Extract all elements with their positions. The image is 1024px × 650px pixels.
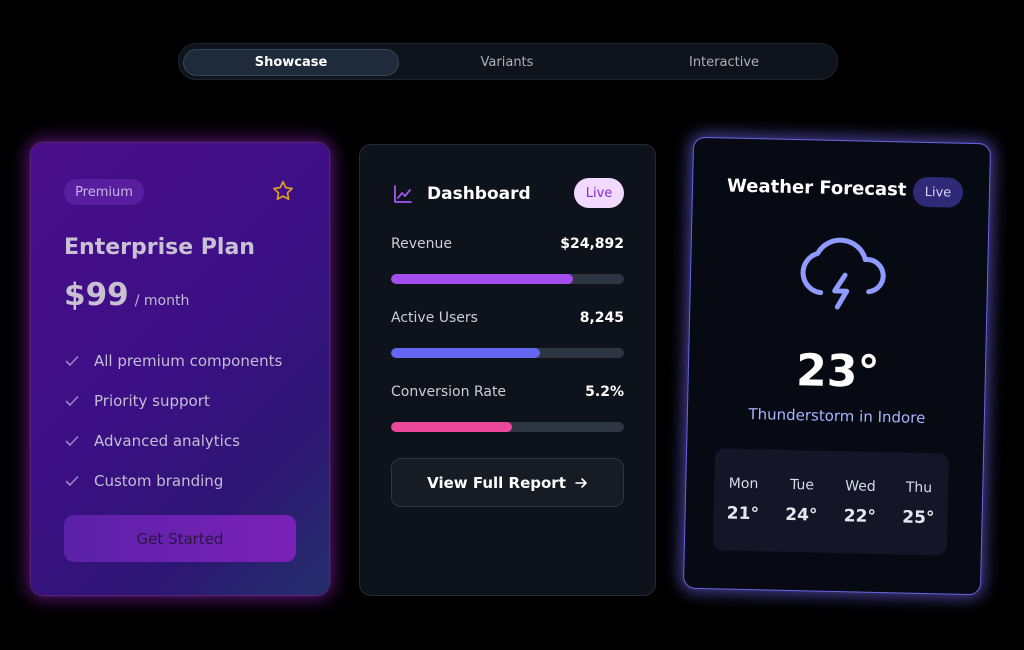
dashboard-card: Dashboard Live Revenue $24,892 Active Us… [359,144,656,596]
metric-label: Conversion Rate [391,384,507,400]
weather-description: Thunderstorm in Indore [748,405,926,428]
view-full-report-button[interactable]: View Full Report [391,458,624,507]
day-name: Tue [789,476,815,494]
feature-label: Custom branding [94,472,224,490]
weather-title: Weather Forecast [726,175,907,201]
day-temperature: 21° [726,503,760,525]
thunderstorm-cloud-icon [800,237,886,310]
feature-item: Advanced analytics [64,421,282,461]
forecast-day: Mon 21° [727,476,760,525]
metric-active-users: Active Users 8,245 [391,310,624,358]
price: $99 / month [64,277,189,313]
tab-bar: Showcase Variants Interactive [178,43,838,80]
arrow-right-icon [575,477,587,488]
pricing-card: Premium Enterprise Plan $99 / month All … [31,143,329,595]
metric-label: Revenue [391,236,452,252]
feature-item: Priority support [64,381,282,421]
progress-bar [391,274,624,284]
price-period: / month [134,293,190,309]
report-button-label: View Full Report [427,473,566,492]
day-name: Wed [845,478,876,495]
plan-title: Enterprise Plan [64,235,255,260]
metric-value: 8,245 [579,310,624,326]
metric-value: $24,892 [560,236,624,252]
day-name: Thu [905,479,933,497]
line-chart-icon [394,185,412,203]
metric-revenue: Revenue $24,892 [391,236,624,284]
day-temperature: 22° [843,506,877,527]
price-amount: $99 [64,277,129,313]
check-icon [65,396,79,406]
forecast-day: Tue 24° [785,477,818,526]
feature-item: Custom branding [64,461,282,501]
dashboard-title: Dashboard [427,184,531,204]
current-temperature: 23° [795,345,881,398]
metric-value: 5.2% [585,384,624,400]
progress-fill [391,348,541,358]
live-badge: Live [574,178,624,208]
check-icon [65,476,79,486]
tab-variants[interactable]: Variants [399,49,615,76]
tab-showcase[interactable]: Showcase [183,49,399,76]
forecast-day: Wed 22° [844,478,877,527]
star-icon[interactable] [271,179,295,203]
progress-bar [391,348,624,358]
feature-label: Priority support [94,392,210,410]
weather-card: Weather Forecast Live 23° Thunderstorm i… [682,136,992,596]
day-temperature: 25° [902,507,935,529]
tab-interactive[interactable]: Interactive [615,49,833,76]
day-name: Mon [728,475,759,493]
check-icon [65,356,79,366]
forecast-panel: Mon 21° Tue 24° Wed 22° Thu 25° [712,448,950,556]
premium-badge: Premium [64,179,144,205]
feature-item: All premium components [64,341,282,381]
metric-conversion-rate: Conversion Rate 5.2% [391,384,624,432]
forecast-day: Thu 25° [902,480,935,529]
progress-bar [391,422,624,432]
get-started-button[interactable]: Get Started [64,515,296,562]
feature-label: Advanced analytics [94,432,240,450]
metric-label: Active Users [391,310,478,326]
feature-list: All premium components Priority support … [64,341,282,501]
progress-fill [391,422,513,432]
live-badge: Live [912,176,964,208]
day-temperature: 24° [785,504,818,526]
progress-fill [391,274,573,284]
check-icon [65,436,79,446]
feature-label: All premium components [94,352,283,370]
